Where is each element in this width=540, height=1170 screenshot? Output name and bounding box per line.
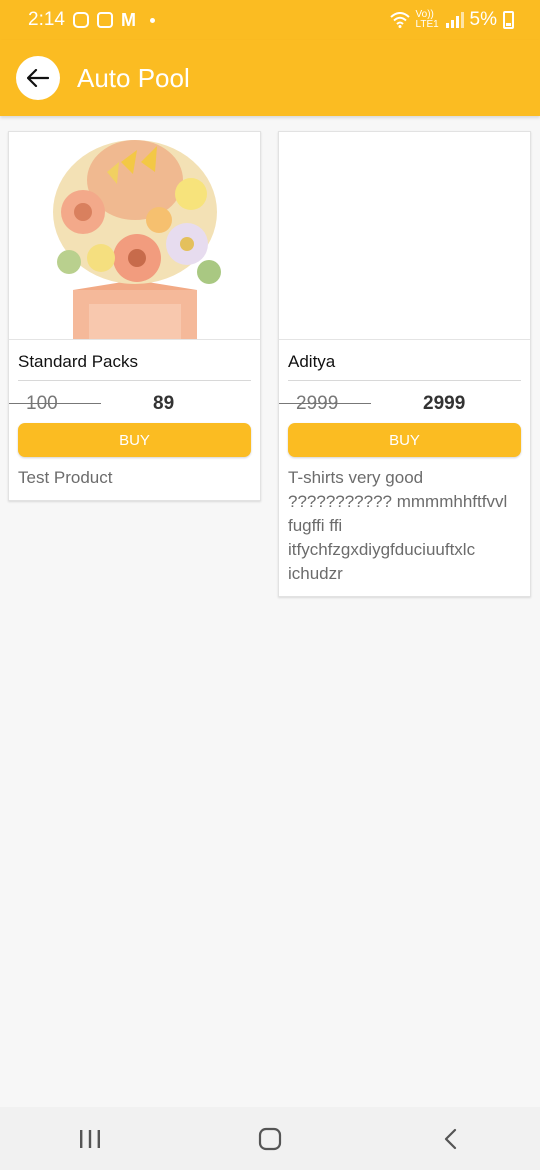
app-bar: Auto Pool xyxy=(0,40,540,116)
original-price: 2999 xyxy=(296,393,339,414)
status-bar: 2:14 M Vo)) LTE1 5% xyxy=(0,0,540,40)
recents-icon xyxy=(80,1129,100,1148)
sale-price: 89 xyxy=(153,393,175,414)
home-icon xyxy=(258,1127,282,1150)
product-description: Test Product xyxy=(18,468,113,487)
instagram-icon xyxy=(72,12,89,28)
network-type-label: Vo)) LTE1 xyxy=(415,9,439,30)
product-image xyxy=(279,132,530,340)
camera-app-icon xyxy=(96,12,113,28)
buy-button[interactable]: BUY xyxy=(18,423,251,457)
back-button[interactable] xyxy=(16,56,60,100)
battery-percent: 5% xyxy=(469,9,497,30)
more-notifications-icon xyxy=(149,17,155,23)
page-title: Auto Pool xyxy=(77,62,190,93)
system-nav-bar xyxy=(0,1107,540,1170)
product-card[interactable]: Aditya 2999 2999 BUY T-shirts very good … xyxy=(278,131,531,597)
product-name: Standard Packs xyxy=(18,352,139,371)
product-name: Aditya xyxy=(288,352,336,371)
wifi-icon xyxy=(389,12,410,28)
arrow-left-icon xyxy=(27,69,49,87)
status-time: 2:14 xyxy=(28,9,65,30)
nav-back-button[interactable] xyxy=(420,1119,480,1159)
back-chevron-icon xyxy=(444,1128,457,1149)
price-row: 2999 2999 xyxy=(279,381,530,423)
gmail-icon: M xyxy=(120,9,136,30)
sale-price: 2999 xyxy=(423,393,466,414)
recents-button[interactable] xyxy=(60,1119,120,1159)
original-price: 100 xyxy=(26,393,58,414)
product-description: T-shirts very good ??????????? mmmmhhftf… xyxy=(288,468,508,583)
price-row: 100 89 xyxy=(9,381,260,423)
battery-icon xyxy=(503,11,514,29)
signal-icon xyxy=(445,12,464,28)
product-image xyxy=(9,132,260,340)
home-button[interactable] xyxy=(240,1119,300,1159)
product-card[interactable]: Standard Packs 100 89 BUY Test Product xyxy=(8,131,261,501)
flower-bouquet-image xyxy=(53,140,221,339)
buy-button[interactable]: BUY xyxy=(288,423,521,457)
